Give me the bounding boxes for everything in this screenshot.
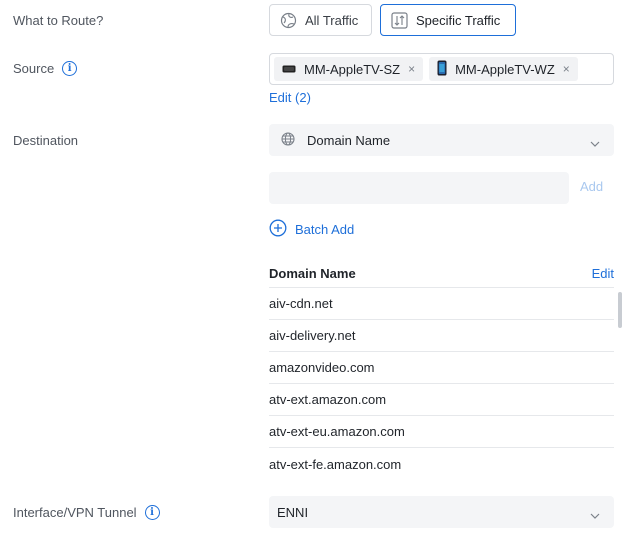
add-domain-button[interactable]: Add xyxy=(580,179,603,194)
batch-add-button[interactable]: Batch Add xyxy=(269,219,354,240)
interface-label: Interface/VPN Tunnel i xyxy=(13,505,160,520)
plus-circle-icon xyxy=(269,219,287,240)
table-row: amazonvideo.com xyxy=(269,352,614,384)
table-scrollbar[interactable] xyxy=(618,292,622,328)
chevron-down-icon xyxy=(590,135,600,150)
appletv-device-icon xyxy=(282,62,296,77)
source-chip-label: MM-AppleTV-WZ xyxy=(455,61,555,77)
specific-traffic-label: Specific Traffic xyxy=(416,12,501,28)
phone-device-icon xyxy=(437,60,447,79)
domain-table-body: aiv-cdn.net aiv-delivery.net amazonvideo… xyxy=(269,288,614,480)
remove-chip-icon[interactable]: × xyxy=(408,62,415,76)
globe-icon xyxy=(281,131,295,149)
destination-type-select[interactable]: Domain Name xyxy=(269,124,614,156)
specific-traffic-icon xyxy=(391,11,408,29)
source-selector[interactable]: MM-AppleTV-SZ × MM-AppleTV-WZ × xyxy=(269,53,614,85)
what-to-route-label: What to Route? xyxy=(13,13,104,28)
table-row: atv-ext-eu.amazon.com xyxy=(269,416,614,448)
interface-select[interactable]: ENNI xyxy=(269,496,614,528)
source-label: Source i xyxy=(13,61,78,76)
domain-input[interactable] xyxy=(269,172,569,204)
specific-traffic-button[interactable]: Specific Traffic xyxy=(380,4,516,36)
chevron-down-icon xyxy=(590,507,600,522)
table-row: atv-ext.amazon.com xyxy=(269,384,614,416)
globe-icon xyxy=(280,12,297,29)
batch-add-label: Batch Add xyxy=(295,222,355,237)
interface-value: ENNI xyxy=(277,504,309,520)
edit-source-link[interactable]: Edit (2) xyxy=(269,90,311,105)
destination-label: Destination xyxy=(13,133,79,148)
remove-chip-icon[interactable]: × xyxy=(563,62,570,76)
info-icon[interactable]: i xyxy=(62,61,78,76)
source-chip: MM-AppleTV-WZ × xyxy=(429,57,578,81)
all-traffic-label: All Traffic xyxy=(305,12,359,28)
edit-table-link[interactable]: Edit xyxy=(592,266,614,281)
destination-type-value: Domain Name xyxy=(307,132,391,148)
table-row: aiv-cdn.net xyxy=(269,288,614,320)
source-chip: MM-AppleTV-SZ × xyxy=(274,57,424,81)
all-traffic-button[interactable]: All Traffic xyxy=(269,4,372,36)
info-icon[interactable]: i xyxy=(144,505,160,520)
domain-column-header: Domain Name xyxy=(269,266,356,281)
table-row: aiv-delivery.net xyxy=(269,320,614,352)
table-row: atv-ext-fe.amazon.com xyxy=(269,456,402,472)
source-chip-label: MM-AppleTV-SZ xyxy=(304,61,401,77)
domain-table-header: Domain Name Edit xyxy=(269,264,614,288)
